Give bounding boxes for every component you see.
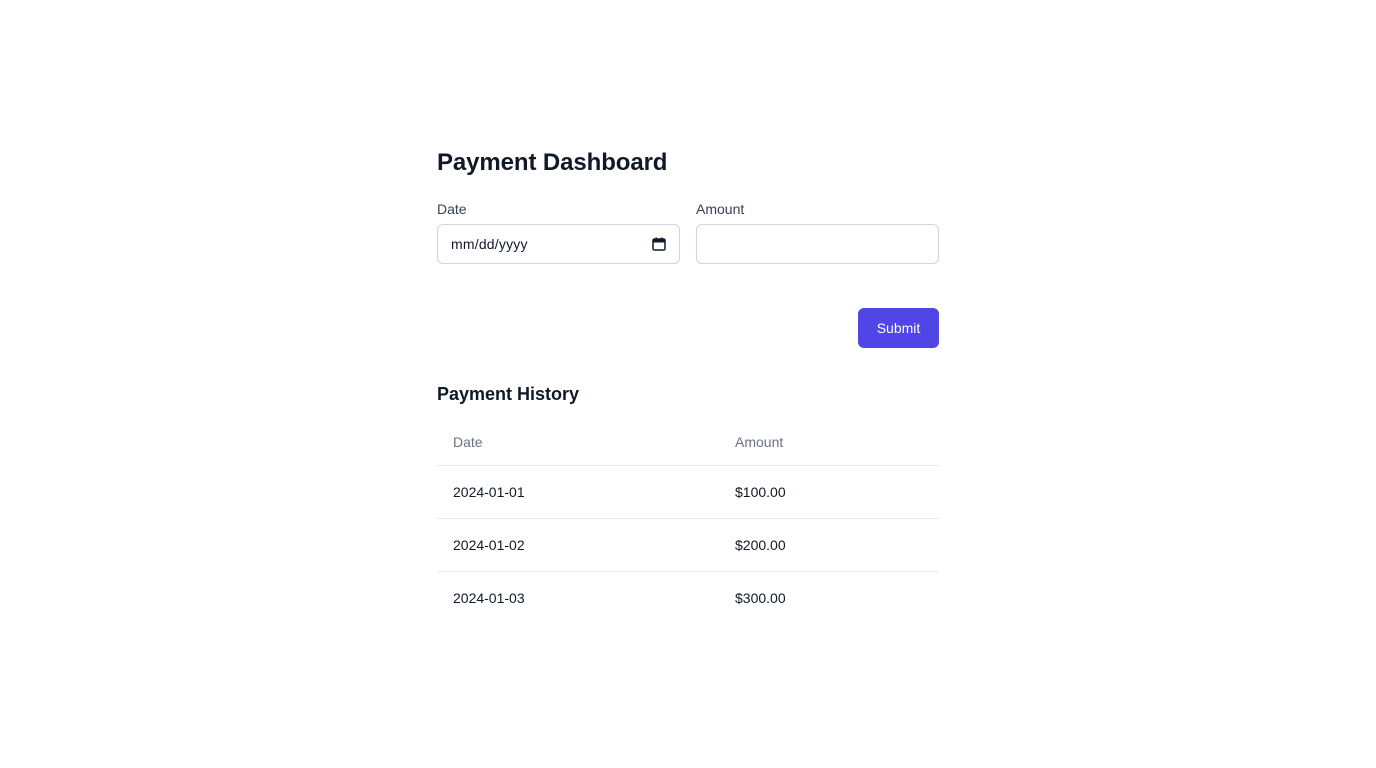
amount-label: Amount [696,201,745,217]
cell-date: 2024-01-02 [437,518,719,572]
page-title: Payment Dashboard [437,149,668,176]
table-row: 2024-01-03 $300.00 [437,572,939,625]
cell-amount: $300.00 [735,590,786,606]
date-field-group: Date mm/dd/yyyy [437,200,680,264]
amount-field-group: Amount [696,200,939,264]
submit-button[interactable]: Submit [858,308,939,348]
calendar-icon[interactable] [652,237,666,251]
payment-history-table: Date Amount 2024-01-01 $100.00 2024-01-0… [437,418,939,624]
table-row: 2024-01-02 $200.00 [437,518,939,572]
date-input[interactable]: mm/dd/yyyy [437,224,680,264]
cell-date: 2024-01-01 [437,465,719,519]
payment-history-title: Payment History [437,384,580,404]
date-label: Date [437,201,467,217]
column-header-date: Date [437,418,719,466]
cell-amount: $100.00 [719,465,939,519]
payment-dashboard: Payment Dashboard Date mm/dd/yyyy Amount [437,148,939,624]
payment-form: Date mm/dd/yyyy Amount [437,200,939,264]
cell-date: 2024-01-03 [453,590,525,606]
date-placeholder: mm/dd/yyyy [451,236,528,252]
amount-input-wrapper[interactable] [696,224,939,264]
submit-row: Submit [437,308,939,348]
table-row: 2024-01-01 $100.00 [437,465,939,519]
amount-input[interactable] [710,225,925,263]
column-header-amount: Amount [719,418,939,466]
cell-amount: $200.00 [719,518,939,572]
table-header-row: Date Amount [437,418,939,466]
